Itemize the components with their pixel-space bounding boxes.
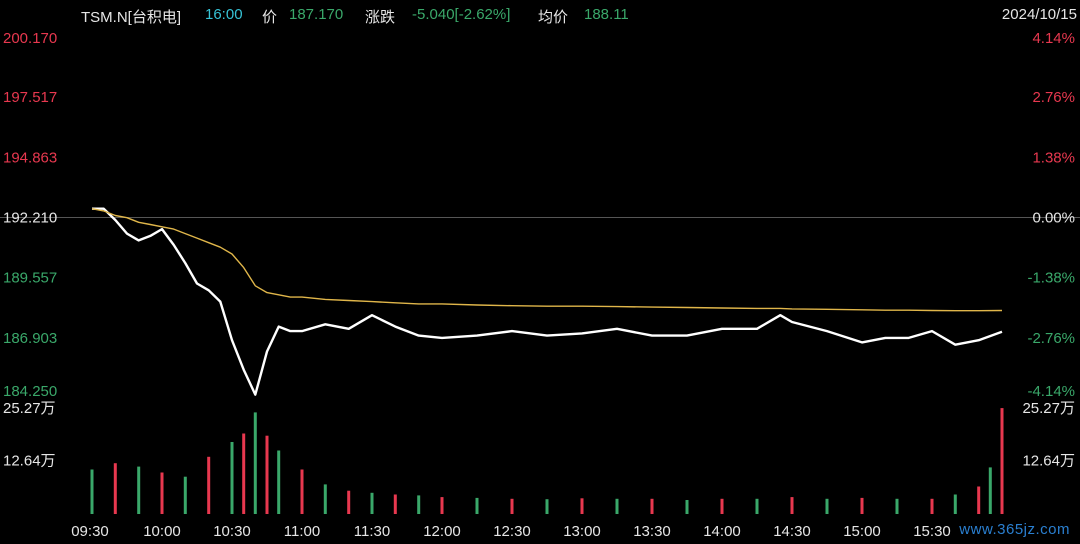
x-tick: 14:00 xyxy=(703,523,741,540)
volume-bar xyxy=(953,494,957,514)
y-tick-right: 1.38% xyxy=(1032,149,1075,166)
average-price-line xyxy=(91,208,1003,312)
volume-bar xyxy=(253,412,257,514)
volume-bar xyxy=(510,498,514,514)
y-tick-right: 0.00% xyxy=(1032,210,1075,227)
volume-bar xyxy=(347,490,351,514)
volume-tick-right: 12.64万 xyxy=(1022,453,1075,470)
volume-bar xyxy=(207,456,211,514)
y-tick-right: 4.14% xyxy=(1032,30,1075,47)
volume-bars xyxy=(90,408,1004,514)
volume-bar xyxy=(323,484,327,514)
volume-bar xyxy=(440,497,444,514)
volume-bar xyxy=(113,463,117,514)
x-tick: 10:00 xyxy=(143,523,181,540)
volume-bar xyxy=(977,486,981,514)
volume-bar xyxy=(160,472,164,514)
volume-bar xyxy=(242,433,246,514)
volume-bar xyxy=(580,498,584,514)
volume-bar xyxy=(393,494,397,514)
volume-bar xyxy=(417,495,421,514)
volume-tick-right: 25.27万 xyxy=(1022,400,1075,417)
y-tick-left: 197.517 xyxy=(3,89,57,106)
volume-bar xyxy=(825,498,829,514)
y-tick-left: 194.863 xyxy=(3,149,57,166)
volume-bar xyxy=(860,497,864,514)
watermark: www.365jz.com xyxy=(959,521,1070,538)
x-tick: 10:30 xyxy=(213,523,251,540)
intraday-chart: 200.170 197.517 194.863 192.210 189.557 186.9… xyxy=(0,30,1080,540)
y-tick-right: -4.14% xyxy=(1027,383,1075,400)
y-tick-left: 192.210 xyxy=(3,210,57,227)
x-tick: 15:00 xyxy=(843,523,881,540)
volume-bar xyxy=(895,498,899,514)
volume-bar xyxy=(650,498,654,514)
volume-bar xyxy=(930,498,934,514)
x-tick: 09:30 xyxy=(71,523,109,540)
price-lines xyxy=(91,207,1003,396)
y-tick-right: -2.76% xyxy=(1027,330,1075,347)
volume-bar xyxy=(1000,408,1004,514)
y-tick-right: 2.76% xyxy=(1032,89,1075,106)
volume-bar xyxy=(475,497,479,514)
x-tick: 12:30 xyxy=(493,523,531,540)
volume-bar xyxy=(300,469,304,514)
volume-bar xyxy=(790,497,794,514)
volume-bar xyxy=(137,466,141,514)
volume-bar xyxy=(615,498,619,514)
price-line xyxy=(92,207,1003,396)
volume-bar xyxy=(685,500,689,514)
volume-bar xyxy=(265,435,269,514)
volume-bar xyxy=(988,467,992,514)
y-tick-left: 189.557 xyxy=(3,270,57,287)
volume-bar xyxy=(277,450,281,514)
x-tick: 12:00 xyxy=(423,523,461,540)
x-tick: 14:30 xyxy=(773,523,811,540)
volume-bar xyxy=(230,442,234,514)
y-tick-left: 184.250 xyxy=(3,383,57,400)
volume-bar xyxy=(720,498,724,514)
y-tick-left: 200.170 xyxy=(3,30,57,47)
volume-bar xyxy=(755,498,759,514)
x-tick: 11:00 xyxy=(284,523,320,540)
x-tick: 13:00 xyxy=(563,523,601,540)
volume-bar xyxy=(90,469,94,514)
x-tick: 13:30 xyxy=(633,523,671,540)
x-tick: 11:30 xyxy=(354,523,390,540)
volume-bar xyxy=(183,476,187,514)
volume-bar xyxy=(370,492,374,514)
volume-bar xyxy=(545,499,549,514)
axis-ticks: 200.170 197.517 194.863 192.210 189.557 186.9… xyxy=(3,30,1075,540)
y-tick-right: -1.38% xyxy=(1027,270,1075,287)
y-tick-left: 186.903 xyxy=(3,330,57,347)
volume-tick-left: 25.27万 xyxy=(3,400,56,417)
volume-tick-left: 12.64万 xyxy=(3,453,56,470)
x-tick: 15:30 xyxy=(913,523,951,540)
